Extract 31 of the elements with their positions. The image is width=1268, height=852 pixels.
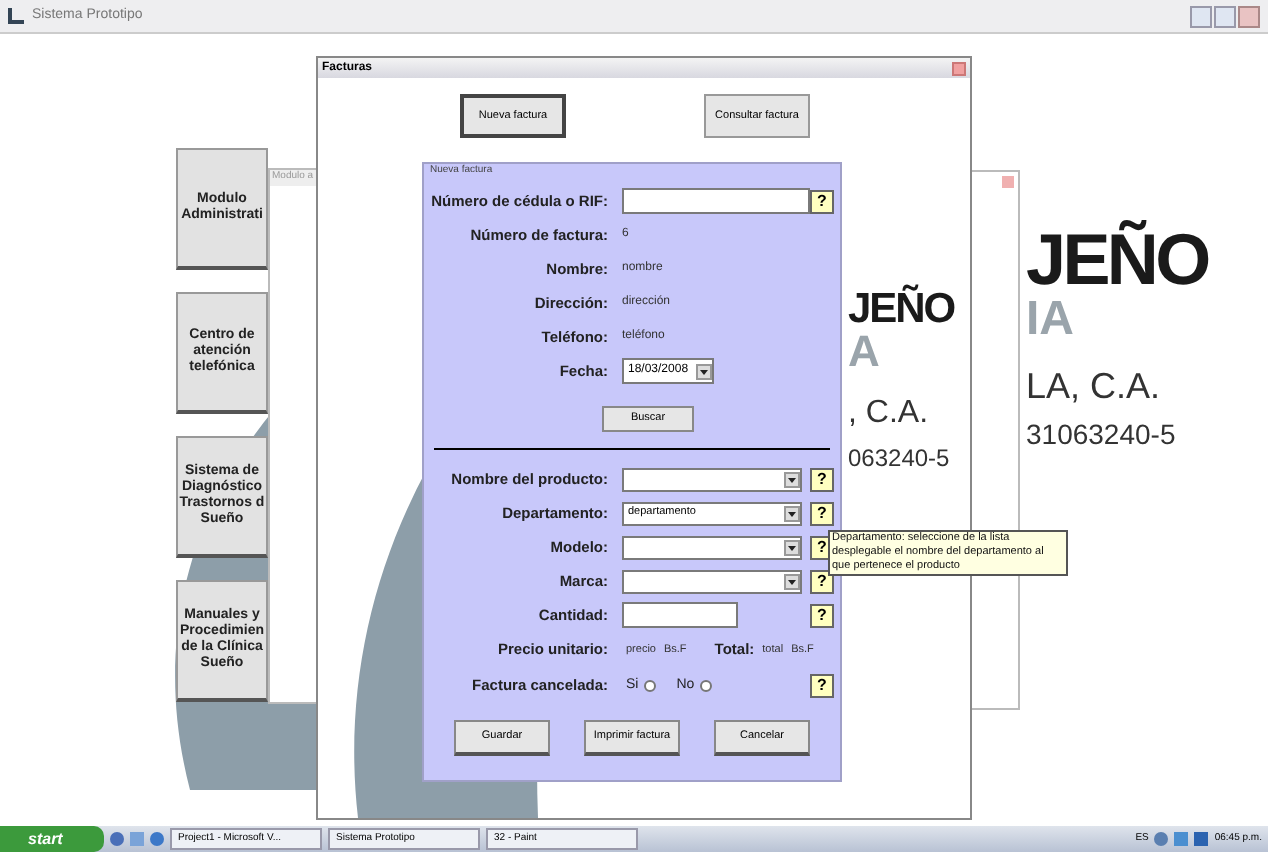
- help-button[interactable]: ?: [810, 189, 834, 213]
- dropdown-caret-icon[interactable]: [784, 573, 800, 589]
- close-button[interactable]: [1238, 5, 1260, 27]
- dropdown-caret-icon[interactable]: [784, 505, 800, 521]
- app-icon: [8, 8, 24, 24]
- logo-text: JEÑO: [1026, 224, 1208, 296]
- dropdown-field[interactable]: [622, 467, 802, 491]
- start-button[interactable]: start: [0, 826, 104, 852]
- help-button[interactable]: ?: [810, 603, 834, 627]
- logo-text: A: [848, 330, 880, 374]
- close-icon: [1002, 176, 1014, 188]
- logo-text: 063240-5: [848, 446, 950, 470]
- text-field[interactable]: [622, 602, 738, 628]
- maximize-button[interactable]: [1214, 5, 1236, 27]
- logo-text: , C.A.: [848, 398, 929, 430]
- dropdown-field[interactable]: [622, 535, 802, 559]
- help-button[interactable]: ?: [810, 674, 834, 698]
- help-button[interactable]: ?: [810, 501, 834, 525]
- close-button[interactable]: [952, 61, 966, 75]
- dropdown-caret-icon[interactable]: [784, 471, 800, 487]
- help-button[interactable]: ?: [810, 467, 834, 491]
- dropdown-field[interactable]: [622, 569, 802, 593]
- logo-text: JEÑO: [848, 288, 954, 330]
- dropdown-caret-icon[interactable]: [696, 363, 712, 379]
- minimize-button[interactable]: [1190, 5, 1212, 27]
- logo-text: LA, C.A.: [1026, 368, 1161, 404]
- logo-text: 31063240-5: [1026, 420, 1176, 448]
- dropdown-caret-icon[interactable]: [784, 539, 800, 555]
- text-field[interactable]: [622, 188, 810, 214]
- help-button[interactable]: ?: [810, 569, 834, 593]
- logo-text: IA: [1026, 296, 1074, 344]
